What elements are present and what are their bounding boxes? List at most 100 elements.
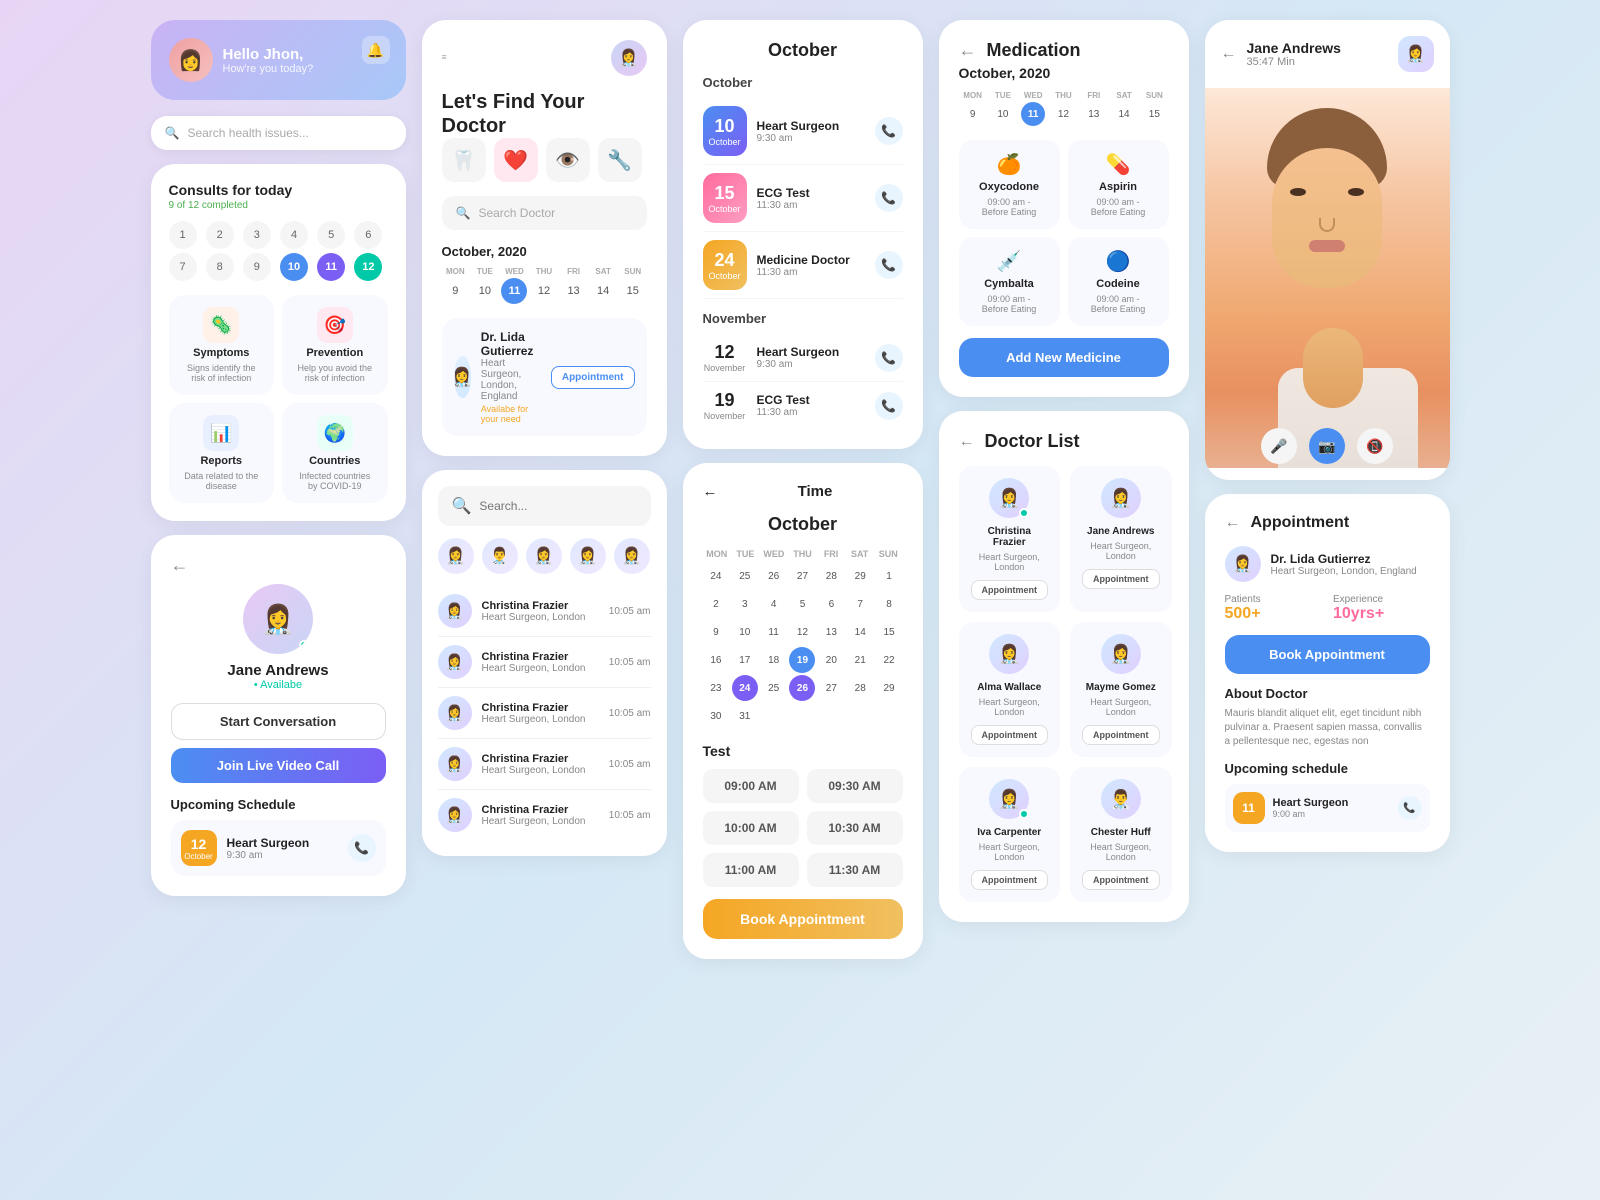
- date-12[interactable]: 12: [354, 253, 382, 281]
- list-item[interactable]: 👩‍⚕️ Christina Frazier Heart Surgeon, Lo…: [438, 688, 651, 739]
- slot-6[interactable]: 11:30 AM: [807, 853, 903, 887]
- date-8[interactable]: 8: [206, 253, 234, 281]
- med-day-thu[interactable]: THU 12: [1049, 91, 1077, 126]
- date-5[interactable]: 5: [317, 221, 345, 249]
- avatar-4[interactable]: 👩‍⚕️: [570, 538, 606, 574]
- search-input[interactable]: [479, 499, 636, 513]
- med-oxycodone[interactable]: 🍊 Oxycodone 09:00 am -Before Eating: [959, 140, 1060, 229]
- health-symptoms[interactable]: 🦠 Symptoms Signs identify the risk of in…: [169, 295, 275, 395]
- cal-21[interactable]: 21: [847, 647, 873, 673]
- week-day-sat[interactable]: SAT 14: [589, 267, 617, 304]
- week-day-thu[interactable]: THU 12: [530, 267, 558, 304]
- sched-call-5[interactable]: 📞: [875, 392, 903, 420]
- week-day-tue[interactable]: TUE 10: [471, 267, 499, 304]
- filter-icon[interactable]: ≡: [442, 52, 447, 62]
- cal-22[interactable]: 22: [876, 647, 902, 673]
- cal-30[interactable]: 30: [703, 703, 729, 729]
- dl-item-4[interactable]: 👩‍⚕️ Mayme Gomez Heart Surgeon, London A…: [1070, 622, 1172, 757]
- date-2[interactable]: 2: [206, 221, 234, 249]
- dl-appt-btn-1[interactable]: Appointment: [971, 580, 1049, 600]
- avatar-1[interactable]: 👩‍⚕️: [438, 538, 474, 574]
- dl-appt-btn-3[interactable]: Appointment: [971, 725, 1049, 745]
- cal-7[interactable]: 7: [847, 591, 873, 617]
- dl-item-3[interactable]: 👩‍⚕️ Alma Wallace Heart Surgeon, London …: [959, 622, 1061, 757]
- dl-item-2[interactable]: 👩‍⚕️ Jane Andrews Heart Surgeon, London …: [1070, 466, 1172, 612]
- cal-16[interactable]: 16: [703, 647, 729, 673]
- date-3[interactable]: 3: [243, 221, 271, 249]
- med-codeine[interactable]: 🔵 Codeine 09:00 am -Before Eating: [1068, 237, 1169, 326]
- date-7[interactable]: 7: [169, 253, 197, 281]
- cal-20[interactable]: 20: [818, 647, 844, 673]
- cal-9[interactable]: 9: [703, 619, 729, 645]
- cal-8[interactable]: 8: [876, 591, 902, 617]
- cal-26b[interactable]: 26: [789, 675, 815, 701]
- cal-23[interactable]: 23: [703, 675, 729, 701]
- cal-18[interactable]: 18: [761, 647, 787, 673]
- appt-back[interactable]: ←: [1225, 514, 1241, 532]
- date-4[interactable]: 4: [280, 221, 308, 249]
- add-medicine-button[interactable]: Add New Medicine: [959, 338, 1169, 377]
- health-search-bar[interactable]: 🔍 Search health issues...: [151, 116, 406, 150]
- cal-28[interactable]: 28: [818, 563, 844, 589]
- video-back[interactable]: ←: [1221, 45, 1237, 63]
- dl-back[interactable]: ←: [959, 433, 975, 451]
- avatar-2[interactable]: 👨‍⚕️: [482, 538, 518, 574]
- week-day-wed[interactable]: WED 11: [501, 267, 529, 304]
- schedule-item-4[interactable]: 12 November Heart Surgeon 9:30 am 📞: [703, 334, 903, 382]
- avatar-3[interactable]: 👩‍⚕️: [526, 538, 562, 574]
- slot-2[interactable]: 09:30 AM: [807, 769, 903, 803]
- cal-3[interactable]: 3: [732, 591, 758, 617]
- sched-call-4[interactable]: 📞: [875, 344, 903, 372]
- dl-item-1[interactable]: 👩‍⚕️ Christina Frazier Heart Surgeon, Lo…: [959, 466, 1061, 612]
- avatar-5[interactable]: 👩‍⚕️: [614, 538, 650, 574]
- schedule-item-5[interactable]: 19 November ECG Test 11:30 am 📞: [703, 382, 903, 429]
- notification-bell-icon[interactable]: 🔔: [362, 36, 390, 64]
- slot-1[interactable]: 09:00 AM: [703, 769, 799, 803]
- dl-item-6[interactable]: 👨‍⚕️ Chester Huff Heart Surgeon, London …: [1070, 767, 1172, 902]
- med-day-wed[interactable]: WED 11: [1019, 91, 1047, 126]
- med-aspirin[interactable]: 💊 Aspirin 09:00 am -Before Eating: [1068, 140, 1169, 229]
- cal-5[interactable]: 5: [789, 591, 815, 617]
- date-10[interactable]: 10: [280, 253, 308, 281]
- dental-icon[interactable]: 🦷: [442, 138, 486, 182]
- slot-4[interactable]: 10:30 AM: [807, 811, 903, 845]
- camera-button[interactable]: 📵: [1357, 428, 1393, 464]
- cal-27[interactable]: 27: [789, 563, 815, 589]
- cal-19[interactable]: 19: [789, 647, 815, 673]
- health-countries[interactable]: 🌍 Countries Infected countries by COVID-…: [282, 403, 388, 503]
- cal-31[interactable]: 31: [732, 703, 758, 729]
- cal-2[interactable]: 2: [703, 591, 729, 617]
- slot-3[interactable]: 10:00 AM: [703, 811, 799, 845]
- us-call-icon[interactable]: 📞: [1398, 796, 1422, 820]
- cal-26[interactable]: 26: [761, 563, 787, 589]
- cal-11[interactable]: 11: [761, 619, 787, 645]
- cal-24[interactable]: 24: [703, 563, 729, 589]
- cal-15[interactable]: 15: [876, 619, 902, 645]
- book-appointment-button[interactable]: Book Appointment: [703, 899, 903, 939]
- med-day-sat[interactable]: SAT 14: [1110, 91, 1138, 126]
- search-doctor-bar[interactable]: 🔍 Search Doctor: [442, 196, 647, 230]
- dl-appt-btn-5[interactable]: Appointment: [971, 870, 1049, 890]
- schedule-item-2[interactable]: 15 October ECG Test 11:30 am 📞: [703, 165, 903, 232]
- cal-28b[interactable]: 28: [847, 675, 873, 701]
- cal-14[interactable]: 14: [847, 619, 873, 645]
- list-item[interactable]: 👩‍⚕️ Christina Frazier Heart Surgeon, Lo…: [438, 586, 651, 637]
- date-11[interactable]: 11: [317, 253, 345, 281]
- list-item[interactable]: 👩‍⚕️ Christina Frazier Heart Surgeon, Lo…: [438, 637, 651, 688]
- health-reports[interactable]: 📊 Reports Data related to the disease: [169, 403, 275, 503]
- health-prevention[interactable]: 🎯 Prevention Help you avoid the risk of …: [282, 295, 388, 395]
- cal-6[interactable]: 6: [818, 591, 844, 617]
- date-6[interactable]: 6: [354, 221, 382, 249]
- sched-call-2[interactable]: 📞: [875, 184, 903, 212]
- sched-call-3[interactable]: 📞: [875, 251, 903, 279]
- schedule-item-1[interactable]: 10 October Heart Surgeon 9:30 am 📞: [703, 98, 903, 165]
- book-appointment-main-button[interactable]: Book Appointment: [1225, 635, 1430, 674]
- med-day-tue[interactable]: TUE 10: [989, 91, 1017, 126]
- list-item[interactable]: 👩‍⚕️ Christina Frazier Heart Surgeon, Lo…: [438, 739, 651, 790]
- cal-10[interactable]: 10: [732, 619, 758, 645]
- heart-icon[interactable]: ❤️: [494, 138, 538, 182]
- dl-item-5[interactable]: 👩‍⚕️ Iva Carpenter Heart Surgeon, London…: [959, 767, 1061, 902]
- dl-appt-btn-6[interactable]: Appointment: [1082, 870, 1160, 890]
- date-9[interactable]: 9: [243, 253, 271, 281]
- cal-4[interactable]: 4: [761, 591, 787, 617]
